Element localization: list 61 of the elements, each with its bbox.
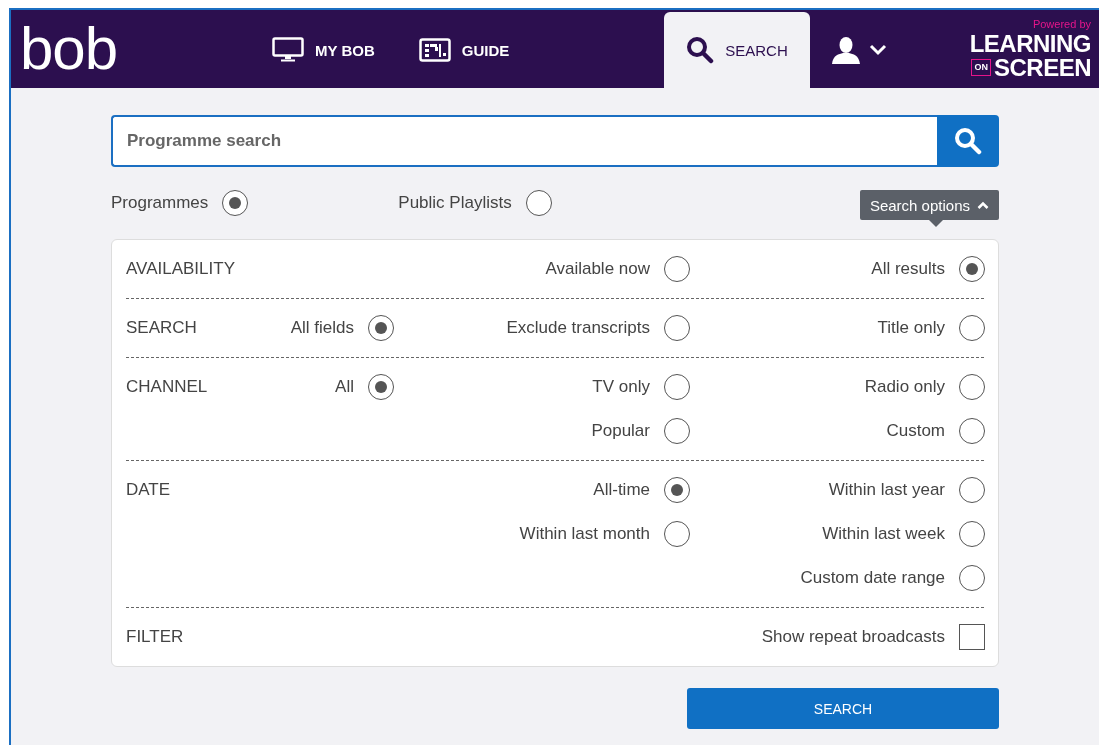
- radio-button[interactable]: [959, 418, 985, 444]
- chevron-up-icon: [977, 201, 989, 209]
- search-field[interactable]: Programme search: [111, 115, 937, 167]
- option-label: Custom: [886, 421, 945, 441]
- nav-link[interactable]: MY BOB: [250, 12, 397, 88]
- nav-link[interactable]: GUIDE: [396, 12, 532, 88]
- search-icon: [686, 36, 715, 64]
- option-label: All results: [871, 259, 945, 279]
- radio-button[interactable]: [368, 374, 394, 400]
- option-label: Popular: [591, 421, 650, 441]
- option-label: Programmes: [111, 193, 209, 213]
- option-label: Radio only: [864, 377, 945, 397]
- search-icon: [954, 127, 982, 155]
- option-label: Public Playlists: [398, 193, 512, 213]
- search-button[interactable]: SEARCH: [687, 688, 999, 729]
- option-label: Available now: [545, 259, 650, 279]
- search-options-button[interactable]: Search options: [859, 190, 999, 220]
- option-label: All fields: [290, 318, 354, 338]
- radio-button[interactable]: [664, 374, 690, 400]
- section-label: FILTER: [126, 627, 185, 647]
- option-label: Exclude transcripts: [506, 318, 650, 338]
- option-label: TV only: [592, 377, 650, 397]
- guide-icon: [418, 38, 451, 62]
- radio-button[interactable]: [664, 521, 690, 547]
- radio-button[interactable]: [959, 374, 985, 400]
- brand-tagline: Powered by: [1032, 18, 1091, 30]
- nav-tab[interactable]: SEARCH: [664, 12, 810, 88]
- pointer-icon: [928, 220, 943, 227]
- brand-text: SCREEN: [993, 55, 1091, 80]
- radio-button[interactable]: [959, 256, 985, 282]
- chevron-down-icon[interactable]: [868, 44, 887, 56]
- radio-button[interactable]: [959, 477, 985, 503]
- radio-button[interactable]: [525, 190, 552, 216]
- checkbox[interactable]: [959, 624, 985, 650]
- option-label: Show repeat broadcasts: [761, 627, 945, 647]
- radio-button[interactable]: [959, 565, 985, 591]
- section-label: CHANNEL: [126, 377, 209, 397]
- option-label: Custom date range: [800, 568, 945, 588]
- radio-button[interactable]: [664, 477, 690, 503]
- brand-badge: ON: [971, 59, 991, 76]
- radio-button[interactable]: [368, 315, 394, 341]
- section-label: DATE: [126, 480, 172, 500]
- radio-button[interactable]: [664, 418, 690, 444]
- section-label: AVAILABILITY: [126, 259, 236, 279]
- section-label: SEARCH: [126, 318, 198, 338]
- option-label: Title only: [877, 318, 945, 338]
- search-button[interactable]: [937, 115, 999, 167]
- radio-button[interactable]: [959, 521, 985, 547]
- brand-text: LEARNING: [969, 31, 1091, 56]
- user-icon[interactable]: [830, 35, 861, 65]
- option-label: All: [335, 377, 354, 397]
- option-label: All-time: [593, 480, 650, 500]
- option-label: Within last year: [828, 480, 945, 500]
- option-label: Within last week: [822, 524, 945, 544]
- radio-button[interactable]: [664, 256, 690, 282]
- radio-button[interactable]: [959, 315, 985, 341]
- logo: bob: [19, 19, 119, 79]
- option-label: Within last month: [519, 524, 650, 544]
- radio-button[interactable]: [222, 190, 249, 216]
- monitor-icon: [272, 37, 304, 63]
- radio-button[interactable]: [664, 315, 690, 341]
